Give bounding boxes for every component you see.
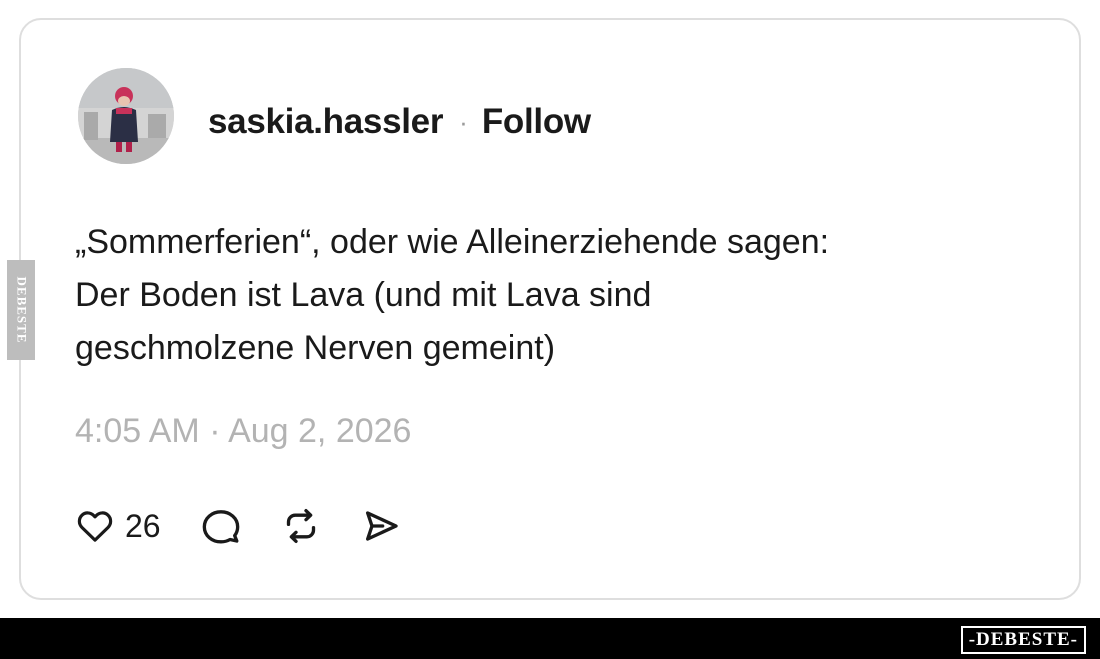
avatar-photo	[78, 68, 174, 164]
like-button[interactable]: 26	[75, 506, 201, 546]
post-text-line: Der Boden ist Lava (und mit Lava sind	[75, 276, 652, 314]
side-watermark-text: DEBESTE	[14, 276, 30, 344]
side-watermark: DEBESTE	[7, 260, 35, 360]
post-text-line: „Sommerferien“, oder wie Alleinerziehend…	[75, 223, 830, 261]
comment-icon	[202, 510, 239, 544]
separator-dot: ·	[459, 106, 468, 137]
follow-button[interactable]: Follow	[482, 102, 591, 142]
post-header: saskia.hassler · Follow	[208, 98, 591, 146]
post-card: saskia.hassler · Follow „Sommerferien“, …	[19, 18, 1081, 600]
comment-button[interactable]	[201, 506, 241, 546]
like-count: 26	[125, 507, 161, 544]
bottom-watermark-logo: -DEBESTE-	[960, 626, 1086, 654]
post-text-line: geschmolzene Nerven gemeint)	[75, 329, 556, 367]
avatar[interactable]	[78, 68, 174, 164]
heart-icon	[77, 511, 113, 542]
repost-button[interactable]	[281, 506, 321, 546]
action-bar: 26	[75, 504, 401, 548]
post-timestamp[interactable]: 4:05 AM · Aug 2, 2026	[75, 412, 411, 451]
share-button[interactable]	[361, 506, 401, 546]
username[interactable]: saskia.hassler	[208, 102, 443, 142]
screenshot: saskia.hassler · Follow „Sommerferien“, …	[0, 0, 1100, 659]
repost-icon	[286, 509, 315, 543]
bottom-watermark-bar: -DEBESTE-	[0, 618, 1100, 659]
post-text: „Sommerferien“, oder wie Alleinerziehend…	[75, 216, 1035, 375]
share-icon	[365, 511, 398, 541]
